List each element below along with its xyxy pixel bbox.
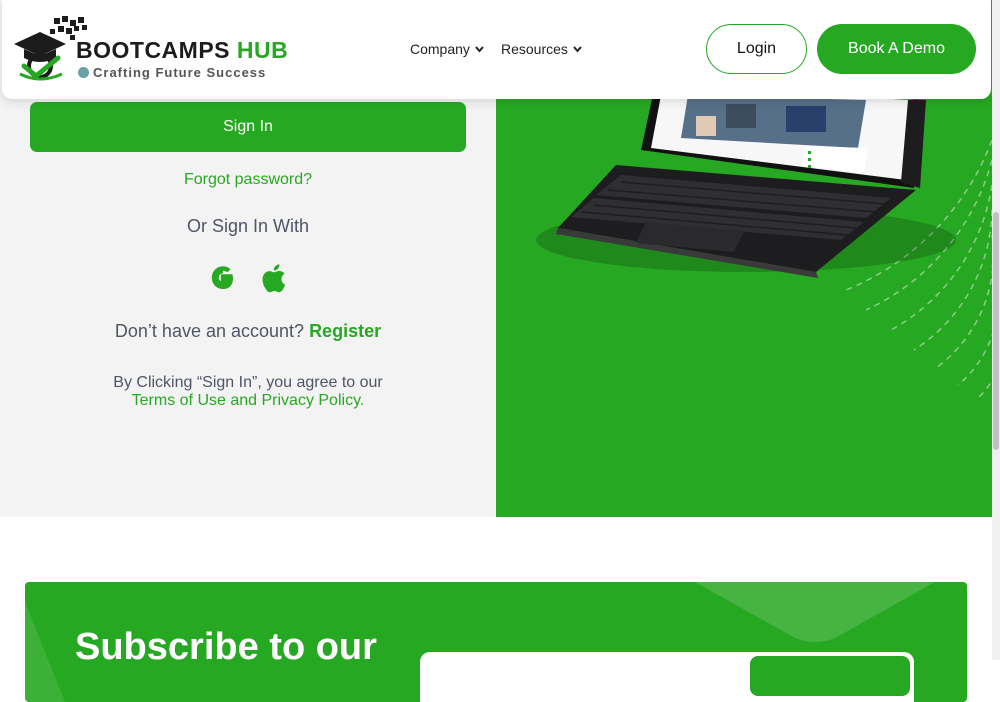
terms-suffix: . [359, 392, 365, 409]
newsletter-section: Subscribe to our [25, 582, 967, 702]
apple-icon[interactable] [259, 262, 287, 294]
site-header: BOOTCAMPS HUB Crafting Future Success Co… [2, 0, 991, 99]
login-button[interactable]: Login [706, 24, 807, 74]
social-login-row [0, 262, 496, 294]
chevron-down-icon [475, 45, 484, 53]
cupcake-icon [78, 67, 89, 78]
nav-company[interactable]: Company [410, 41, 484, 57]
terms-agreement: By Clicking “Sign In”, you agree to our … [0, 374, 496, 410]
no-account-label: Don’t have an account? [114, 321, 305, 341]
no-account-text: Don’t have an account? Register [0, 321, 496, 342]
brand-accent: HUB [236, 37, 289, 63]
brand-name[interactable]: BOOTCAMPS HUB [76, 37, 288, 64]
register-link[interactable]: Register [309, 321, 381, 341]
agreement-text: By Clicking “Sign In”, you agree to our [113, 374, 383, 391]
brand-tagline: Crafting Future Success [78, 65, 266, 80]
tagline-text: Crafting Future Success [93, 65, 267, 80]
sign-in-button[interactable]: Sign In [30, 102, 466, 152]
forgot-password-link[interactable]: Forgot password? [0, 171, 496, 189]
google-icon[interactable] [209, 262, 237, 294]
terms-link[interactable]: Terms of Use and Privacy Policy [132, 392, 360, 409]
newsletter-title: Subscribe to our [75, 626, 377, 668]
chevron-down-icon [573, 45, 582, 53]
newsletter-submit-button[interactable] [750, 656, 910, 696]
nav-resources[interactable]: Resources [501, 41, 582, 57]
book-demo-button[interactable]: Book A Demo [817, 24, 976, 74]
brand-main: BOOTCAMPS [76, 37, 230, 63]
scrollbar-thumb[interactable] [993, 212, 999, 450]
nav-company-label: Company [410, 41, 470, 57]
or-sign-in-with-label: Or Sign In With [186, 216, 310, 236]
nav-resources-label: Resources [501, 41, 568, 57]
